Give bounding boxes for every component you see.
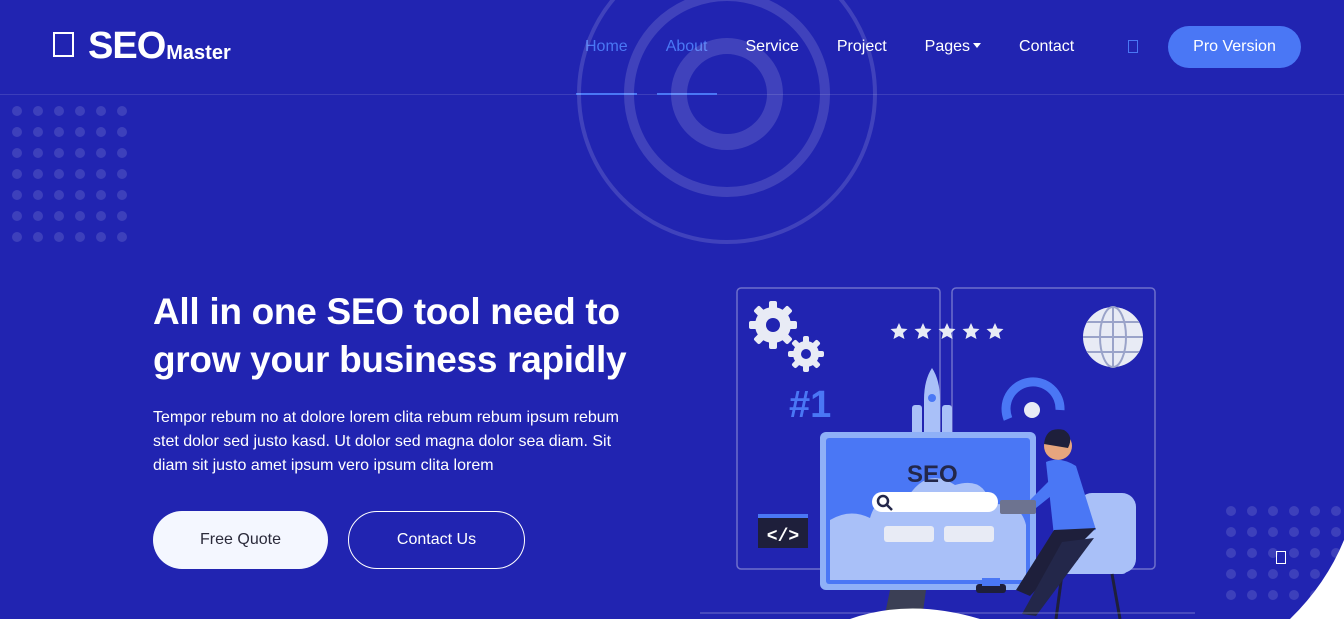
- wave-decoration: [1290, 540, 1344, 619]
- gauge-icon: [1001, 377, 1065, 421]
- hero-description: Tempor rebum no at dolore lorem clita re…: [153, 409, 619, 474]
- brand-name-primary: SEO: [88, 25, 166, 67]
- hero-title-line1: All in one SEO tool need to: [153, 291, 620, 332]
- brand-name-secondary: Master: [166, 42, 231, 64]
- back-to-top-icon[interactable]: [1276, 551, 1286, 564]
- seo-illustration: #1 SEO </>: [700, 287, 1195, 619]
- free-quote-button[interactable]: Free Quote: [153, 511, 328, 569]
- screen-label: SEO: [907, 461, 958, 488]
- brand-logo[interactable]: SEO Master: [53, 26, 231, 66]
- contact-us-button[interactable]: Contact Us: [348, 511, 525, 569]
- nav-item-pages-label: Pages: [924, 38, 971, 55]
- logo-icon: [53, 32, 74, 57]
- rocket-icon: [912, 368, 952, 440]
- hero-title-line2: grow your business rapidly: [153, 339, 627, 380]
- globe-icon: [1083, 306, 1143, 368]
- hero-title: All in one SEO tool need to grow your bu…: [153, 288, 673, 384]
- nav-item-pages[interactable]: Pages: [906, 0, 1000, 95]
- gear-icon: [749, 301, 824, 372]
- search-icon[interactable]: [1128, 40, 1138, 53]
- code-label: </>: [767, 527, 799, 547]
- dot-pattern-left: [12, 106, 127, 242]
- rank-label: #1: [789, 384, 831, 426]
- pro-version-button[interactable]: Pro Version: [1168, 26, 1301, 68]
- rating-stars: [890, 323, 1004, 339]
- chevron-down-icon: [973, 43, 982, 49]
- concentric-rings-decoration: [577, 0, 877, 244]
- nav-item-contact[interactable]: Contact: [1000, 0, 1093, 95]
- code-icon: </>: [758, 514, 808, 548]
